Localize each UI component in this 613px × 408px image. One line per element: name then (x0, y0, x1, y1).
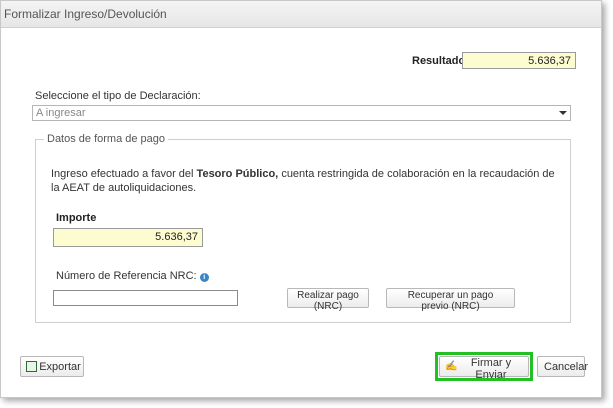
firmar-label: Firmar y Enviar (470, 357, 512, 381)
export-icon (26, 361, 37, 372)
firmar-enviar-button[interactable]: ✍ Firmar y Enviar (439, 356, 529, 381)
pago-legend: Datos de forma de pago (47, 133, 166, 145)
realizar-pago-button[interactable]: Realizar pago (NRC) (287, 288, 369, 312)
pago-desc-prefix: Ingreso efectuado a favor del (51, 168, 194, 180)
resultado-field[interactable]: 5.636,37 (462, 52, 576, 69)
recuperar-pago-button[interactable]: Recuperar un pago previo (NRC) (386, 288, 515, 312)
dialog-title: Formalizar Ingreso/Devolución (4, 7, 167, 21)
pago-desc-bold: Tesoro Público, (196, 168, 279, 180)
nrc-row: Número de Referencia NRC: i (56, 270, 209, 282)
info-icon[interactable]: i (199, 273, 209, 282)
resultado-label: Resultado (412, 55, 466, 67)
nrc-label: Número de Referencia NRC: (56, 270, 197, 282)
cancelar-button[interactable]: Cancelar (537, 356, 588, 377)
pago-description: Ingreso efectuado a favor del Tesoro Púb… (51, 167, 559, 195)
declaracion-selected: A ingresar (36, 107, 86, 119)
declaracion-select[interactable]: A ingresar (32, 105, 571, 121)
chevron-down-icon[interactable] (559, 111, 567, 115)
declaracion-label: Seleccione el tipo de Declaración: (35, 90, 201, 102)
dialog-titlebar: Formalizar Ingreso/Devolución (1, 1, 601, 28)
formalizar-dialog: Formalizar Ingreso/Devolución Resultado … (0, 0, 602, 398)
exportar-button[interactable]: Exportar (20, 356, 84, 377)
nrc-input[interactable] (53, 290, 238, 306)
sign-icon: ✍ (445, 361, 458, 372)
importe-field[interactable]: 5.636,37 (53, 228, 203, 247)
importe-label: Importe (56, 212, 97, 224)
exportar-label: Exportar (39, 360, 81, 373)
